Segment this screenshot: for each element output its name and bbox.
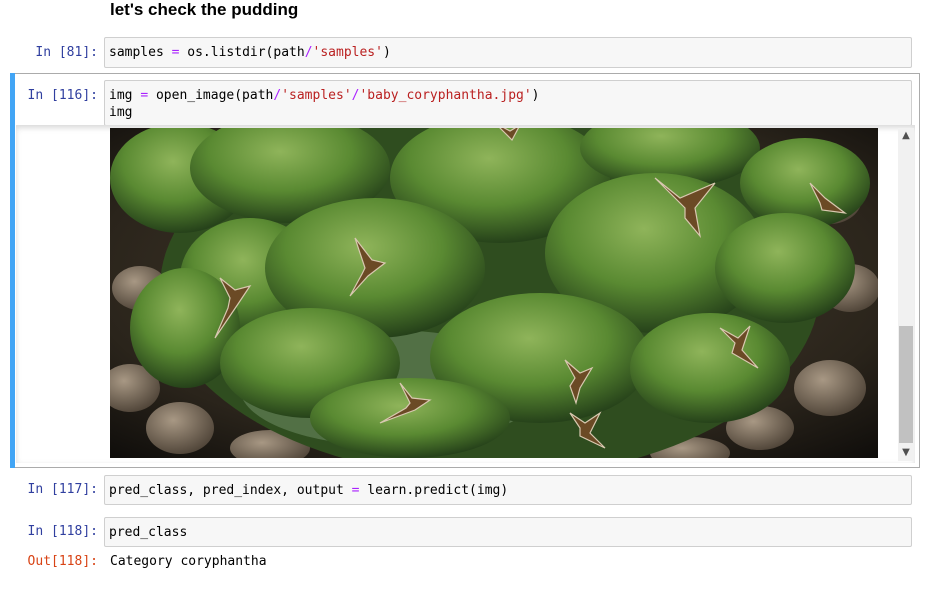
code-text: img [109, 105, 133, 120]
code-text: pred_class, pred_index, output [109, 483, 352, 498]
input-prompt-116: In [116]: [27, 88, 98, 103]
operator: / [304, 45, 313, 60]
code-text: pred_class [109, 525, 188, 540]
code-text: img [109, 88, 141, 103]
input-prompt-81: In [81]: [35, 45, 98, 60]
code-text: ) [382, 45, 391, 60]
scroll-up-icon[interactable]: ▲ [898, 128, 914, 144]
scroll-thumb[interactable] [899, 326, 913, 443]
string-literal: 'samples' [312, 45, 383, 60]
output-scrollbar[interactable]: ▲ ▼ [898, 128, 914, 461]
code-text: ) [531, 88, 540, 103]
output-text: Category coryphantha [110, 554, 267, 569]
code-text: os.listdir(path [179, 45, 305, 60]
output-scroll-area[interactable]: ▲ ▼ [16, 125, 915, 463]
code-cell-118[interactable]: pred_class [104, 517, 912, 547]
code-cell-116[interactable]: img = open_image(path/'samples'/'baby_co… [104, 80, 912, 126]
input-prompt-118: In [118]: [27, 524, 98, 539]
output-prompt-118: Out[118]: [27, 554, 98, 569]
string-literal: 'samples' [281, 88, 352, 103]
scroll-down-icon[interactable]: ▼ [898, 445, 914, 461]
operator: = [140, 88, 149, 103]
code-cell-117[interactable]: pred_class, pred_index, output = learn.p… [104, 475, 912, 505]
selected-cell-indicator [10, 73, 15, 468]
cactus-image [110, 128, 878, 458]
string-literal: 'baby_coryphantha.jpg' [359, 88, 532, 103]
input-prompt-117: In [117]: [27, 482, 98, 497]
markdown-heading: let's check the pudding [110, 0, 299, 19]
code-text: open_image(path [148, 88, 274, 103]
code-text: learn.predict(img) [359, 483, 509, 498]
code-cell-81[interactable]: samples = os.listdir(path/'samples') [104, 37, 912, 68]
code-text: samples [109, 45, 172, 60]
